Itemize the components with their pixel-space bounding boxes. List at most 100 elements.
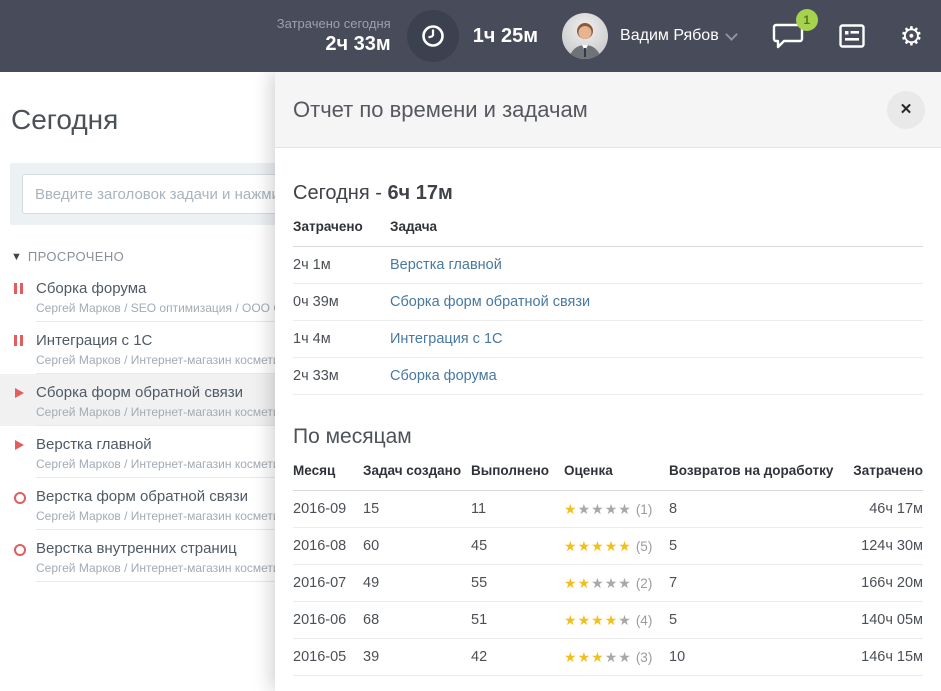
report-panel-title: Отчет по времени и задачам bbox=[293, 97, 887, 123]
feed-icon bbox=[838, 23, 866, 49]
table-row: 2ч 33м Сборка форума bbox=[293, 358, 923, 395]
today-heading-total: 6ч 17м bbox=[387, 182, 452, 204]
col-header-spent: Затрачено bbox=[293, 219, 390, 234]
overdue-section-label: ПРОСРОЧЕНО bbox=[28, 249, 124, 264]
col-header-created: Задач создано bbox=[363, 463, 471, 478]
created-cell: 49 bbox=[363, 575, 471, 591]
chevron-down-icon[interactable] bbox=[725, 28, 738, 41]
spent-cell: 2ч 1м bbox=[293, 257, 390, 273]
rating-cell: ★★★★★ (1) bbox=[564, 501, 669, 518]
task-status-icon[interactable] bbox=[13, 335, 25, 347]
created-cell: 39 bbox=[363, 649, 471, 665]
returns-cell: 8 bbox=[669, 501, 836, 517]
spent-cell: 124ч 30м bbox=[836, 538, 923, 554]
task-status-icon[interactable] bbox=[13, 491, 25, 503]
feed-button[interactable] bbox=[838, 23, 866, 49]
monthly-table-rows: 2016-09 15 11 ★★★★★(1) 8 46ч 17м 2016-08… bbox=[293, 491, 923, 676]
today-table-rows: 2ч 1м Верстка главной 0ч 39м Сборка форм… bbox=[293, 247, 923, 395]
task-link[interactable]: Сборка форума bbox=[390, 368, 923, 384]
rating-cell: ★★★★★ (2) bbox=[564, 575, 669, 592]
task-status-icon[interactable] bbox=[13, 387, 25, 399]
month-cell: 2016-06 bbox=[293, 612, 363, 628]
spent-cell: 1ч 4м bbox=[293, 331, 390, 347]
monthly-table: Месяц Задач создано Выполнено Оценка Воз… bbox=[293, 449, 923, 676]
spent-cell: 2ч 33м bbox=[293, 368, 390, 384]
table-row: 2016-07 49 55 ★★★★★ (2) 7 166ч 20м bbox=[293, 565, 923, 602]
month-cell: 2016-09 bbox=[293, 501, 363, 517]
star-rating-icons: ★★★★★ bbox=[564, 576, 632, 592]
done-cell: 55 bbox=[471, 575, 564, 591]
spent-today-block: Затрачено сегодня 2ч 33м bbox=[277, 16, 391, 56]
gear-icon: ⚙ bbox=[900, 23, 923, 49]
returns-cell: 7 bbox=[669, 575, 836, 591]
today-heading-prefix: Сегодня - bbox=[293, 182, 387, 204]
col-header-spent: Затрачено bbox=[836, 463, 923, 478]
settings-button[interactable]: ⚙ bbox=[900, 23, 923, 49]
rating-count: (4) bbox=[636, 613, 653, 628]
created-cell: 15 bbox=[363, 501, 471, 517]
rating-count: (3) bbox=[636, 650, 653, 665]
today-report-heading: Сегодня - 6ч 17м bbox=[293, 182, 923, 205]
report-panel: Отчет по времени и задачам ✕ Сегодня - 6… bbox=[275, 72, 941, 691]
report-panel-header: Отчет по времени и задачам ✕ bbox=[275, 72, 941, 148]
task-status-icon[interactable] bbox=[13, 439, 25, 451]
table-row: 2016-06 68 51 ★★★★★ (4) 5 140ч 05м bbox=[293, 602, 923, 639]
user-name[interactable]: Вадим Рябов bbox=[620, 27, 719, 45]
star-rating-icons: ★★★★★ bbox=[564, 613, 632, 629]
month-cell: 2016-07 bbox=[293, 575, 363, 591]
close-icon: ✕ bbox=[900, 102, 913, 117]
chat-button[interactable]: 1 bbox=[772, 21, 804, 51]
rating-count: (2) bbox=[636, 576, 653, 591]
task-link[interactable]: Верстка главной bbox=[390, 257, 923, 273]
star-rating-icons: ★★★★★ bbox=[564, 650, 632, 666]
rating-count: (1) bbox=[636, 502, 653, 517]
returns-cell: 5 bbox=[669, 538, 836, 554]
month-cell: 2016-08 bbox=[293, 538, 363, 554]
col-header-rating: Оценка bbox=[564, 463, 669, 478]
spent-cell: 166ч 20м bbox=[836, 575, 923, 591]
rating-cell: ★★★★★ (3) bbox=[564, 649, 669, 666]
table-row: 2016-09 15 11 ★★★★★(1) 8 46ч 17м bbox=[293, 491, 923, 528]
task-status-icon[interactable] bbox=[13, 283, 25, 295]
table-row: 2016-08 60 45 ★★★★★(5) 5 124ч 30м bbox=[293, 528, 923, 565]
returns-cell: 10 bbox=[669, 649, 836, 665]
timer-button[interactable] bbox=[407, 10, 459, 62]
report-panel-body: Сегодня - 6ч 17м Затрачено Задача 2ч 1м … bbox=[275, 182, 941, 676]
star-rating-icons: ★★★★★ bbox=[564, 539, 632, 555]
done-cell: 11 bbox=[471, 501, 564, 517]
table-row: 1ч 4м Интеграция с 1С bbox=[293, 321, 923, 358]
today-table-header: Затрачено Задача bbox=[293, 205, 923, 247]
spent-cell: 146ч 15м bbox=[836, 649, 923, 665]
monthly-report-heading: По месяцам bbox=[293, 425, 923, 449]
chat-badge: 1 bbox=[796, 9, 818, 31]
avatar[interactable] bbox=[562, 13, 608, 59]
spent-cell: 140ч 05м bbox=[836, 612, 923, 628]
returns-cell: 5 bbox=[669, 612, 836, 628]
spent-cell: 0ч 39м bbox=[293, 294, 390, 310]
today-table: Затрачено Задача 2ч 1м Верстка главной 0… bbox=[293, 205, 923, 395]
spent-today-value: 2ч 33м bbox=[277, 32, 391, 56]
task-link[interactable]: Сборка форм обратной связи bbox=[390, 294, 923, 310]
rating-cell: ★★★★★(5) bbox=[564, 538, 669, 555]
created-cell: 60 bbox=[363, 538, 471, 554]
table-row: 2016-05 39 42 ★★★★★(3) 10 146ч 15м bbox=[293, 639, 923, 676]
timer-value: 1ч 25м bbox=[473, 25, 538, 48]
top-bar: Затрачено сегодня 2ч 33м 1ч 25м Вадим Ря… bbox=[0, 0, 941, 72]
star-rating-icons: ★★★★★ bbox=[564, 502, 632, 518]
collapse-triangle-icon: ▼ bbox=[11, 251, 22, 263]
col-header-task: Задача bbox=[390, 219, 923, 234]
task-status-icon[interactable] bbox=[13, 543, 25, 555]
created-cell: 68 bbox=[363, 612, 471, 628]
done-cell: 51 bbox=[471, 612, 564, 628]
spent-today-label: Затрачено сегодня bbox=[277, 16, 391, 32]
rating-cell: ★★★★★ (4) bbox=[564, 612, 669, 629]
monthly-table-header: Месяц Задач создано Выполнено Оценка Воз… bbox=[293, 449, 923, 491]
table-row: 2ч 1м Верстка главной bbox=[293, 247, 923, 284]
col-header-month: Месяц bbox=[293, 463, 363, 478]
task-link[interactable]: Интеграция с 1С bbox=[390, 331, 923, 347]
month-cell: 2016-05 bbox=[293, 649, 363, 665]
table-row: 0ч 39м Сборка форм обратной связи bbox=[293, 284, 923, 321]
close-button[interactable]: ✕ bbox=[887, 91, 925, 129]
done-cell: 45 bbox=[471, 538, 564, 554]
clock-icon bbox=[420, 23, 446, 49]
